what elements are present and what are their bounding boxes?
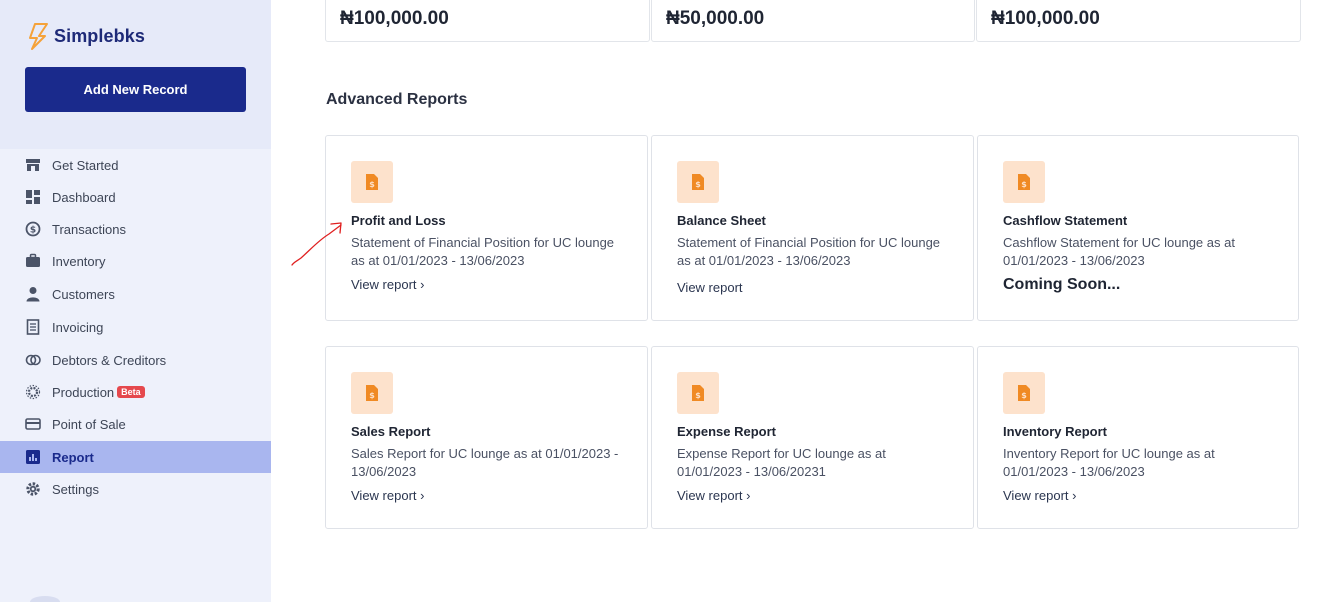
transactions-icon: $ [24, 221, 41, 238]
brand-logo-icon [29, 23, 48, 50]
report-title: Profit and Loss [351, 213, 446, 228]
beta-badge: Beta [117, 386, 145, 398]
sidebar-item-label: Inventory [52, 253, 106, 269]
document-dollar-icon: $ [1003, 161, 1045, 203]
sidebar-item-get-started[interactable]: Get Started [0, 149, 271, 181]
user-icon [24, 286, 41, 303]
card-icon [24, 416, 41, 433]
sidebar-item-transactions[interactable]: $ Transactions [0, 213, 271, 245]
report-card-sales-report[interactable]: $ Sales Report Sales Report for UC loung… [325, 346, 648, 529]
store-icon [24, 157, 41, 174]
brand-name: Simplebks [54, 25, 145, 46]
view-report-link[interactable]: View report › [677, 488, 750, 503]
svg-text:$: $ [1021, 391, 1027, 400]
document-dollar-icon: $ [677, 372, 719, 414]
report-icon [24, 449, 41, 466]
report-title: Expense Report [677, 424, 776, 439]
document-dollar-icon: $ [1003, 372, 1045, 414]
sidebar-item-inventory[interactable]: Inventory [0, 245, 271, 277]
report-card-profit-and-loss[interactable]: $ Profit and Loss Statement of Financial… [325, 135, 648, 321]
sidebar-item-label: Debtors & Creditors [52, 352, 167, 368]
sidebar-item-settings[interactable]: Settings [0, 473, 271, 505]
view-report-link[interactable]: View report › [351, 488, 424, 503]
report-title: Balance Sheet [677, 213, 766, 228]
sidebar-item-label: Transactions [52, 221, 126, 237]
sidebar-item-production[interactable]: Production Beta [0, 376, 271, 408]
sidebar-item-label: Production [52, 384, 115, 400]
summary-value: ₦50,000.00 [666, 8, 765, 29]
sidebar-item-label: Report [52, 449, 94, 465]
report-title: Inventory Report [1003, 424, 1108, 439]
sidebar-item-label: Settings [52, 481, 99, 497]
sidebar-item-customers[interactable]: Customers [0, 278, 271, 310]
summary-value: ₦100,000.00 [340, 8, 449, 29]
sidebar-item-label: Dashboard [52, 189, 116, 205]
report-description: Statement of Financial Position for UC l… [677, 235, 941, 268]
report-card-inventory-report[interactable]: $ Inventory Report Inventory Report for … [977, 346, 1299, 529]
summary-value: ₦100,000.00 [991, 8, 1100, 29]
view-report-link[interactable]: View report › [1003, 488, 1076, 503]
report-title: Sales Report [351, 424, 431, 439]
summary-card: ₦50,000.00 [651, 0, 975, 42]
report-card-balance-sheet[interactable]: $ Balance Sheet Statement of Financial P… [651, 135, 974, 321]
document-dollar-icon: $ [351, 161, 393, 203]
svg-text:$: $ [695, 391, 701, 400]
brand[interactable]: Simplebks [26, 22, 145, 50]
sidebar-item-report[interactable]: Report [0, 441, 271, 473]
coming-soon-label: Coming Soon... [1003, 276, 1121, 293]
view-report-link[interactable]: View report [677, 280, 743, 295]
report-description: Cashflow Statement for UC lounge as at 0… [1003, 235, 1235, 268]
svg-text:$: $ [369, 180, 375, 189]
report-title: Cashflow Statement [1003, 213, 1128, 228]
app-root: Simplebks Add New Record Get Started Das… [0, 0, 1343, 602]
section-title-advanced-reports: Advanced Reports [326, 91, 468, 108]
settings-icon [24, 481, 41, 498]
svg-text:$: $ [695, 180, 701, 189]
document-dollar-icon: $ [351, 372, 393, 414]
svg-text:$: $ [369, 391, 375, 400]
dashboard-icon [24, 189, 41, 206]
sidebar-item-invoicing[interactable]: Invoicing [0, 311, 271, 343]
svg-text:$: $ [29, 226, 35, 236]
view-report-link[interactable]: View report › [351, 277, 424, 292]
report-description: Inventory Report for UC lounge as at 01/… [1003, 446, 1215, 479]
report-description: Sales Report for UC lounge as at 01/01/2… [351, 446, 619, 479]
report-description: Expense Report for UC lounge as at 01/01… [677, 446, 886, 479]
document-dollar-icon: $ [677, 161, 719, 203]
summary-card: ₦100,000.00 [325, 0, 650, 42]
sidebar: Simplebks Add New Record Get Started Das… [0, 0, 271, 602]
gear-cog-icon [24, 384, 41, 401]
report-card-expense-report[interactable]: $ Expense Report Expense Report for UC l… [651, 346, 974, 529]
sidebar-item-dashboard[interactable]: Dashboard [0, 181, 271, 213]
user-avatar-partial[interactable] [30, 596, 60, 602]
sidebar-item-debtors-creditors[interactable]: Debtors & Creditors [0, 344, 271, 376]
sidebar-item-point-of-sale[interactable]: Point of Sale [0, 408, 271, 440]
sidebar-item-label: Point of Sale [52, 416, 126, 432]
invoice-icon [24, 319, 41, 336]
svg-text:$: $ [1021, 180, 1027, 189]
add-new-record-button[interactable]: Add New Record [25, 67, 246, 112]
report-card-cashflow-statement[interactable]: $ Cashflow Statement Cashflow Statement … [977, 135, 1299, 321]
sidebar-item-label: Customers [52, 286, 115, 302]
sidebar-item-label: Get Started [52, 157, 119, 173]
briefcase-icon [24, 253, 41, 270]
report-description: Statement of Financial Position for UC l… [351, 235, 615, 268]
summary-card: ₦100,000.00 [976, 0, 1301, 42]
coins-icon [24, 352, 41, 369]
sidebar-item-label: Invoicing [52, 319, 104, 335]
